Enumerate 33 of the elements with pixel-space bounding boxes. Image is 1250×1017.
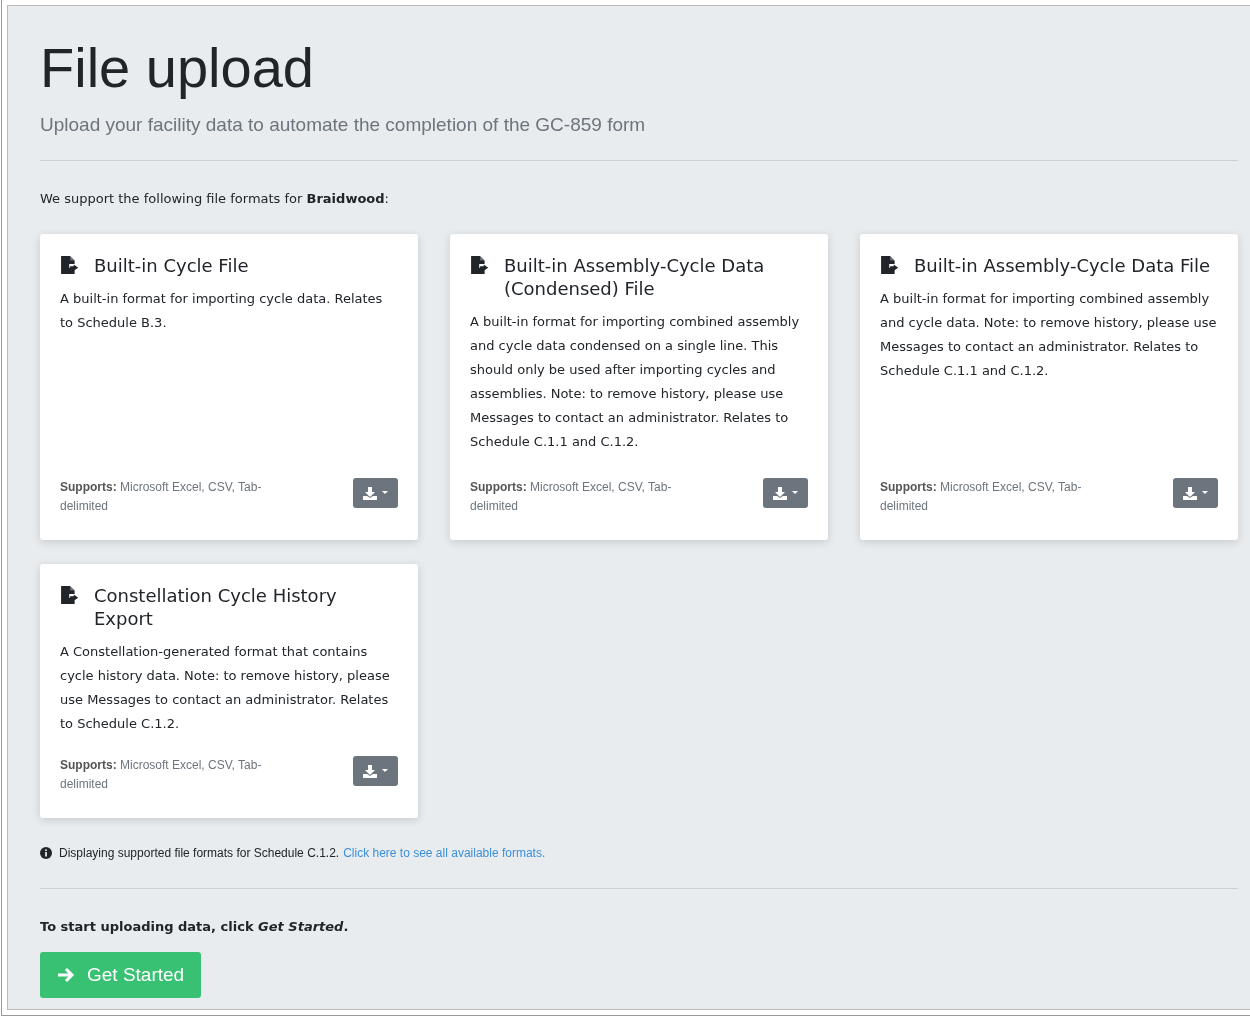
caret-icon [382, 769, 388, 773]
card-description: A Constellation-generated format that contains cycle history data. Note: to remove history, please use Messages to contact an administrator. Relates to Schedule C.1.2. [60, 643, 391, 733]
download-dropdown-button[interactable] [763, 478, 808, 508]
download-dropdown-button[interactable] [353, 756, 398, 786]
get-started-button[interactable]: Get Started [40, 952, 202, 998]
download-dropdown-button[interactable] [353, 478, 398, 508]
page-title: File upload [40, 36, 315, 100]
card-title: Built-in Cycle File [94, 254, 249, 277]
caret-icon [382, 491, 388, 495]
page-subtitle: Upload your facility data to automate the completion of the GC-859 form [40, 114, 647, 136]
intro-text: We support the following file formats for Braidwood: [40, 191, 390, 206]
card-description: A built-in format for importing combined assembly and cycle data condensed on a single line. This should only be used after importing cycles and assemblies. Note: to remove history, please use Messages to contact an administrator. Relates to Schedule C.1.1 and C.1.2. [470, 313, 801, 451]
card-title: Constellation Cycle History Export [94, 584, 338, 630]
download-dropdown-button[interactable] [1173, 478, 1218, 508]
download-icon [363, 764, 377, 778]
download-icon [773, 486, 787, 500]
download-icon [1183, 486, 1197, 500]
supported-formats: Supports: Microsoft Excel, CSV, Tab-delimited [60, 479, 263, 515]
supported-formats: Supports: Microsoft Excel, CSV, Tab-delimited [470, 479, 673, 515]
caret-icon [1202, 491, 1208, 495]
card-title: Built-in Assembly-Cycle Data File [914, 254, 1211, 277]
all-formats-link[interactable]: Click here to see all available formats. [343, 846, 546, 860]
card-description: A built-in format for importing cycle data. Relates to Schedule B.3. [60, 290, 384, 332]
card-title: Built-in Assembly-Cycle Data (Condensed) File [504, 254, 766, 300]
info-icon [40, 847, 52, 859]
download-icon [363, 486, 377, 500]
card-description: A built-in format for importing combined assembly and cycle data. Note: to remove history, please use Messages to contact an administrator. Relates to Schedule C.1.1 and C.1.2. [880, 290, 1218, 380]
notice-text: Displaying supported file formats for Schedule C.1.2. [59, 846, 340, 860]
caret-icon [792, 491, 798, 495]
supported-formats: Supports: Microsoft Excel, CSV, Tab-delimited [60, 757, 263, 793]
supported-formats: Supports: Microsoft Excel, CSV, Tab-delimited [880, 479, 1083, 515]
arrow-right-icon [57, 967, 75, 983]
start-instructions: To start uploading data, click Get Started. [40, 919, 350, 934]
